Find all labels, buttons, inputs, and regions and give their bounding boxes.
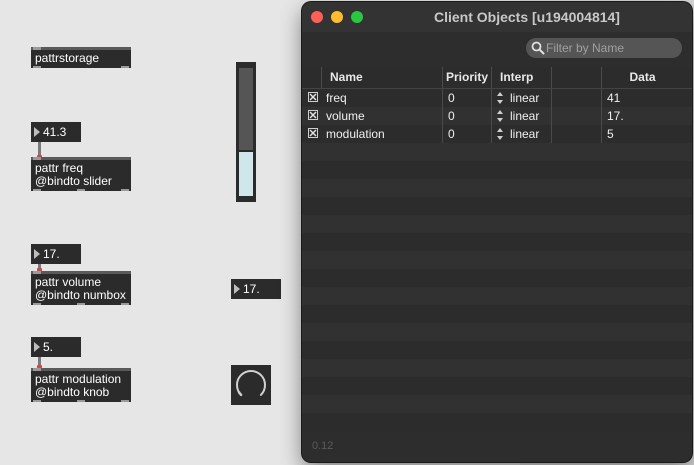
pattr-volume-object[interactable]: pattr volume @bindto numbox bbox=[31, 271, 131, 305]
empty-table-row bbox=[302, 197, 692, 215]
row-interp-cell[interactable]: linear bbox=[491, 107, 551, 125]
empty-table-row bbox=[302, 287, 692, 305]
column-header-priority[interactable]: Priority bbox=[442, 67, 491, 88]
row-enabled-checkbox[interactable] bbox=[308, 92, 318, 102]
pattr-freq-line2: @bindto slider bbox=[35, 174, 112, 188]
numbox-triangle-icon bbox=[34, 342, 40, 352]
stepper-arrows-icon[interactable] bbox=[497, 110, 503, 122]
freq-number-value: 41.3 bbox=[43, 125, 67, 139]
row-data[interactable]: 5 bbox=[601, 125, 683, 143]
search-icon bbox=[531, 41, 545, 55]
filter-search-field[interactable]: Filter by Name bbox=[526, 38, 682, 58]
empty-table-row bbox=[302, 269, 692, 287]
checkbox-x-icon bbox=[309, 111, 317, 119]
pattrstorage-label: pattrstorage bbox=[35, 51, 100, 65]
empty-table-row bbox=[302, 233, 692, 251]
pattr-modulation-line2: @bindto knob bbox=[35, 385, 110, 399]
empty-table-row bbox=[302, 179, 692, 197]
slider-thumb[interactable] bbox=[239, 150, 253, 152]
knob-dial-icon bbox=[236, 370, 266, 397]
client-objects-window[interactable]: Client Objects [u194004814] Filter by Na… bbox=[302, 2, 692, 462]
volume-number-box[interactable]: 17. bbox=[31, 244, 81, 264]
window-title: Client Objects [u194004814] bbox=[434, 9, 620, 25]
row-priority[interactable]: 0 bbox=[442, 107, 491, 125]
freq-slider[interactable] bbox=[236, 62, 256, 202]
minimize-window-button[interactable] bbox=[331, 11, 343, 23]
modulation-number-box[interactable]: 5. bbox=[31, 337, 81, 357]
window-titlebar[interactable]: Client Objects [u194004814] bbox=[302, 2, 692, 32]
empty-table-row bbox=[302, 377, 692, 395]
slider-track bbox=[239, 68, 253, 196]
row-interp: linear bbox=[510, 127, 540, 141]
client-objects-table: Name Priority Interp Data freq 0 linear 41 v… bbox=[302, 67, 692, 432]
checkbox-x-icon bbox=[309, 129, 317, 137]
empty-table-row bbox=[302, 395, 692, 413]
pattr-freq-object[interactable]: pattr freq @bindto slider bbox=[31, 157, 131, 191]
empty-table-row bbox=[302, 143, 692, 161]
numbox-triangle-icon bbox=[234, 284, 240, 294]
row-interp: linear bbox=[510, 91, 540, 105]
checkbox-x-icon bbox=[309, 93, 317, 101]
numbox-triangle-icon bbox=[34, 249, 40, 259]
window-footer: 0.12 bbox=[302, 432, 692, 462]
window-toolbar: Filter by Name bbox=[302, 32, 692, 67]
table-header: Name Priority Interp Data bbox=[302, 67, 692, 89]
empty-table-row bbox=[302, 341, 692, 359]
column-header-blank[interactable] bbox=[551, 67, 601, 88]
column-header-name[interactable]: Name bbox=[321, 67, 442, 88]
stepper-arrows-icon[interactable] bbox=[497, 128, 503, 140]
row-priority[interactable]: 0 bbox=[442, 89, 491, 107]
empty-table-row bbox=[302, 413, 692, 431]
column-header-data[interactable]: Data bbox=[601, 67, 683, 88]
row-interp: linear bbox=[510, 109, 540, 123]
zoom-window-button[interactable] bbox=[351, 11, 363, 23]
empty-table-row bbox=[302, 215, 692, 233]
row-enabled-checkbox[interactable] bbox=[308, 110, 318, 120]
row-priority[interactable]: 0 bbox=[442, 125, 491, 143]
row-name[interactable]: freq bbox=[326, 89, 442, 107]
pattrstorage-object[interactable]: pattrstorage bbox=[31, 47, 131, 68]
empty-table-row bbox=[302, 359, 692, 377]
volume-target-value: 17. bbox=[243, 282, 260, 296]
numbox-triangle-icon bbox=[34, 127, 40, 137]
search-placeholder: Filter by Name bbox=[546, 41, 625, 55]
row-interp-cell[interactable]: linear bbox=[491, 89, 551, 107]
row-name[interactable]: modulation bbox=[326, 125, 442, 143]
table-row[interactable]: freq 0 linear 41 bbox=[302, 89, 692, 107]
pattr-modulation-object[interactable]: pattr modulation @bindto knob bbox=[31, 368, 131, 402]
row-data[interactable]: 17. bbox=[601, 107, 683, 125]
empty-table-row bbox=[302, 323, 692, 341]
row-data[interactable]: 41 bbox=[601, 89, 683, 107]
pattr-volume-line2: @bindto numbox bbox=[35, 288, 126, 302]
version-label: 0.12 bbox=[312, 440, 334, 452]
empty-table-row bbox=[302, 161, 692, 179]
row-enabled-checkbox[interactable] bbox=[308, 128, 318, 138]
freq-number-box[interactable]: 41.3 bbox=[31, 122, 81, 142]
volume-number-value: 17. bbox=[43, 247, 60, 261]
table-row[interactable]: volume 0 linear 17. bbox=[302, 107, 692, 125]
volume-target-number-box[interactable]: 17. bbox=[231, 279, 281, 299]
column-header-interp[interactable]: Interp bbox=[491, 67, 551, 88]
empty-table-row bbox=[302, 251, 692, 269]
row-name[interactable]: volume bbox=[326, 107, 442, 125]
row-blank-cell bbox=[551, 107, 601, 125]
close-window-button[interactable] bbox=[311, 11, 323, 23]
slider-fill bbox=[239, 152, 253, 196]
row-blank-cell bbox=[551, 125, 601, 143]
table-row[interactable]: modulation 0 linear 5 bbox=[302, 125, 692, 143]
row-interp-cell[interactable]: linear bbox=[491, 125, 551, 143]
stepper-arrows-icon[interactable] bbox=[497, 92, 503, 104]
modulation-knob[interactable] bbox=[231, 365, 271, 405]
row-blank-cell bbox=[551, 89, 601, 107]
modulation-number-value: 5. bbox=[43, 340, 54, 354]
empty-table-row bbox=[302, 305, 692, 323]
